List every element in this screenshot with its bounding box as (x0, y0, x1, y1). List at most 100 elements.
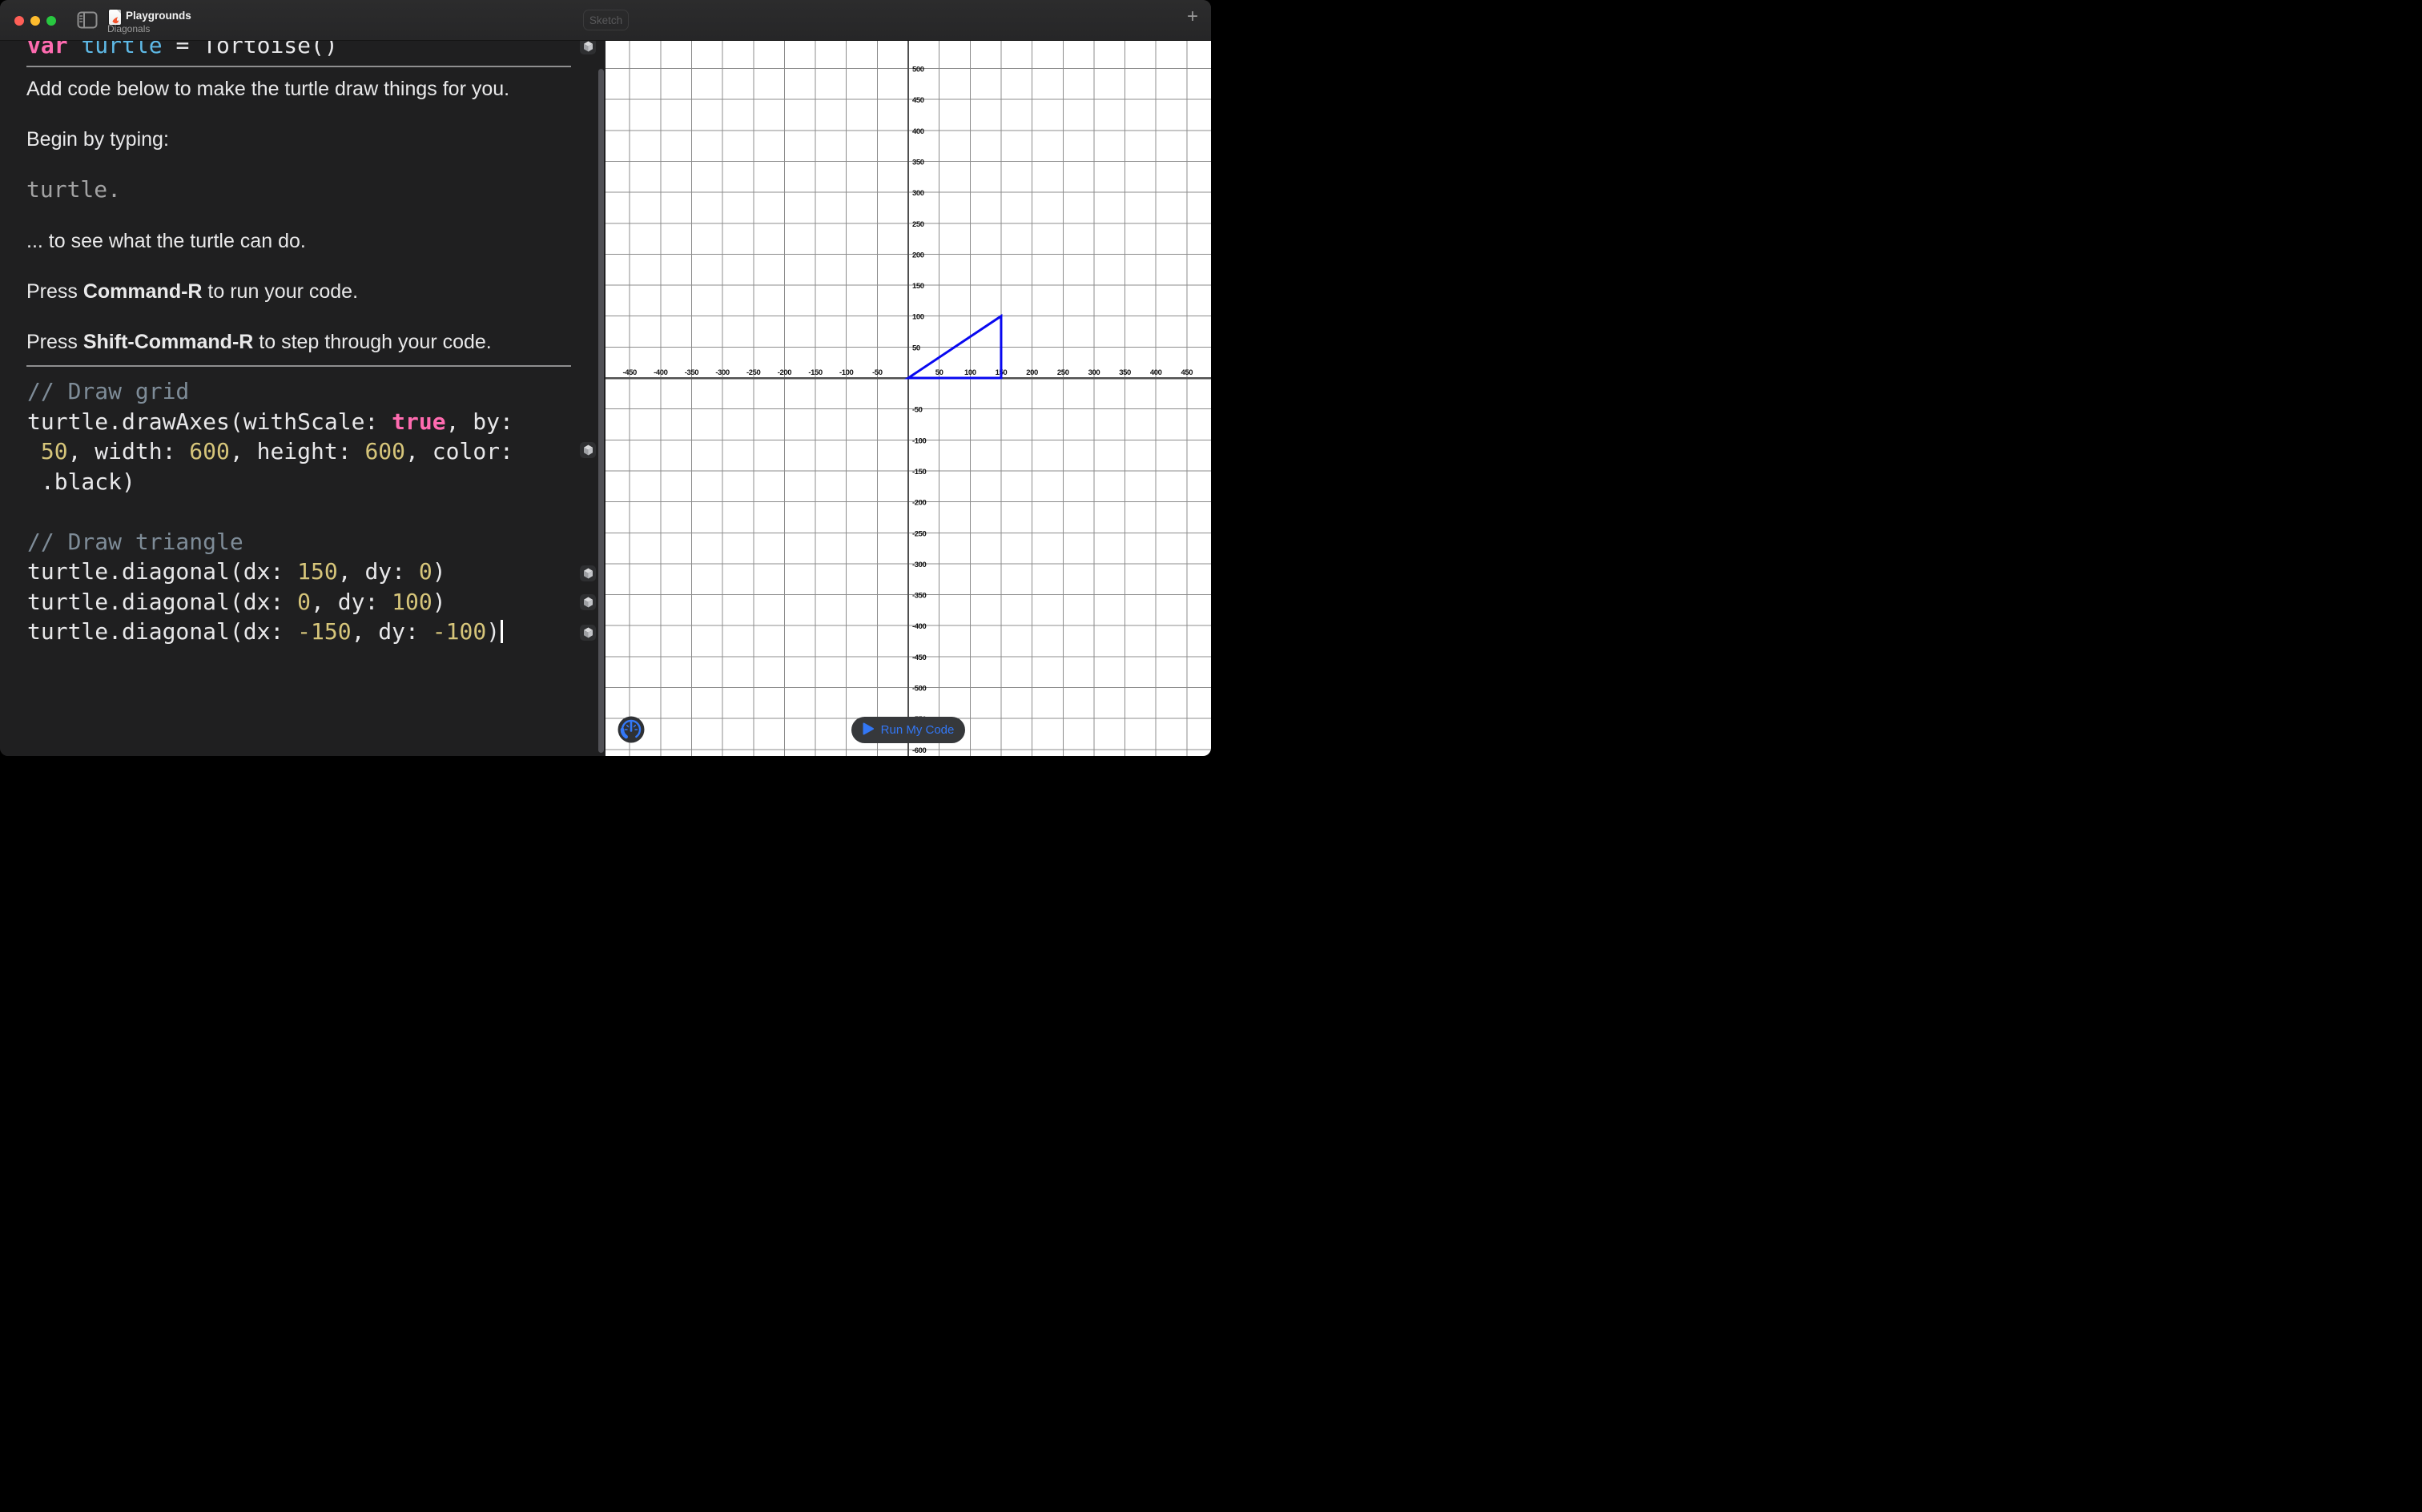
token: Begin by typing: (26, 128, 169, 151)
new-tab-button[interactable]: + (1187, 7, 1198, 26)
toggle-sidebar-button[interactable] (77, 11, 98, 29)
code-line[interactable]: turtle.diagonal(dx: -150, dy: -100) (27, 617, 513, 647)
close-button-icon[interactable] (14, 16, 24, 26)
code-line[interactable] (27, 497, 513, 527)
run-my-code-button[interactable]: Run My Code (851, 717, 965, 743)
axis-tick-label: 350 (912, 158, 924, 167)
code-line-var-turtle[interactable]: var turtle = Tortoise() (27, 41, 338, 61)
token: -150 (297, 618, 351, 645)
code-line[interactable]: turtle.drawAxes(withScale: true, by: (27, 407, 513, 437)
token: 0 (297, 589, 311, 615)
code-line[interactable]: 50, width: 600, height: 600, color: (27, 436, 513, 467)
axis-tick-label: -350 (685, 368, 699, 377)
token: 0 (419, 558, 432, 585)
axis-tick-label: 100 (912, 313, 924, 322)
document-subtitle: Diagonals (107, 23, 150, 34)
token: to run your code. (202, 280, 358, 303)
axis-tick-label: 50 (935, 368, 943, 377)
minimize-button-icon[interactable] (30, 16, 40, 26)
token: Add code below to make the turtle draw t… (26, 78, 509, 100)
axis-tick-label: -300 (912, 561, 927, 569)
code-editor-panel[interactable]: var turtle = Tortoise() Add code below t… (0, 41, 606, 756)
axis-tick-label: 250 (1057, 368, 1069, 377)
code-line[interactable]: turtle.diagonal(dx: 0, dy: 100) (27, 587, 513, 617)
cube-icon (583, 444, 593, 456)
token: 150 (297, 558, 338, 585)
coordinate-grid-plot: -450 -400 -350 -300 -250 -200 -150 -100 -50 50 100… (606, 41, 1211, 756)
token (68, 41, 82, 58)
instruction-paragraph: ... to see what the turtle can do. (26, 228, 579, 254)
axis-tick-label: 500 (912, 66, 924, 74)
axis-tick-label: -50 (912, 406, 923, 415)
axis-tick-label: -100 (839, 368, 854, 377)
axis-tick-label: 150 (912, 282, 924, 291)
axis-tick-label: -100 (912, 436, 927, 445)
axis-tick-label: 300 (912, 189, 924, 198)
cube-icon (583, 627, 593, 638)
axis-tick-label: -400 (654, 368, 668, 377)
instructions-text: Add code below to make the turtle draw t… (26, 76, 579, 380)
token: , dy: (311, 589, 392, 615)
editor-scrollbar[interactable] (598, 69, 604, 753)
axis-tick-label: 350 (1119, 368, 1131, 377)
token: turtle. (26, 176, 121, 203)
code-line[interactable]: // Draw grid (27, 376, 513, 407)
axis-tick-label: -600 (912, 746, 927, 755)
token: -100 (432, 618, 486, 645)
token: var (27, 41, 68, 58)
axis-tick-label: -300 (715, 368, 730, 377)
code-line[interactable]: turtle.diagonal(dx: 150, dy: 0) (27, 557, 513, 587)
playgrounds-window: Playgrounds Diagonals Sketch + var turtl… (0, 0, 1211, 756)
result-cube-button[interactable] (580, 594, 596, 610)
token: , by: (446, 408, 513, 435)
axis-tick-label: 450 (1181, 368, 1193, 377)
zoom-button-icon[interactable] (46, 16, 56, 26)
sketch-canvas-panel: -450 -400 -350 -300 -250 -200 -150 -100 -50 50 100… (606, 41, 1211, 756)
axis-tick-label: 450 (912, 96, 924, 105)
token: ... to see what the turtle can do. (26, 230, 306, 252)
token: , color: (405, 438, 513, 464)
result-cube-button[interactable] (580, 565, 596, 581)
token: turtle (81, 41, 162, 58)
token: ) (432, 589, 446, 615)
token: ) (432, 558, 446, 585)
result-cube-button[interactable] (580, 442, 596, 458)
axis-tick-label: 400 (1150, 368, 1162, 377)
axis-tick-label: 50 (912, 344, 920, 352)
tab-sketch[interactable]: Sketch (583, 10, 629, 30)
cube-icon (583, 597, 593, 608)
axis-tick-label: 200 (912, 251, 924, 259)
tab-sketch-label: Sketch (589, 14, 622, 26)
instruction-paragraph: Press Command-R to run your code. (26, 279, 579, 304)
code-line[interactable]: .black) (27, 467, 513, 497)
divider (26, 66, 571, 67)
speed-control-button[interactable] (618, 716, 645, 743)
axis-tick-label: 550 (912, 41, 924, 43)
token: turtle.diagonal(dx: (27, 618, 297, 645)
axis-tick-label: -350 (912, 592, 927, 601)
token: 600 (189, 438, 230, 464)
speedometer-icon (618, 734, 645, 746)
app-title: Playgrounds (126, 10, 191, 22)
cube-icon (583, 568, 593, 579)
code-block[interactable]: // Draw gridturtle.drawAxes(withScale: t… (27, 376, 513, 647)
axis-tick-label: 100 (964, 368, 976, 377)
token: true (392, 408, 445, 435)
result-cube-button[interactable] (580, 41, 596, 54)
axis-tick-label: -150 (808, 368, 823, 377)
axis-tick-label: 400 (912, 127, 924, 136)
axis-tick-label: -250 (912, 529, 927, 538)
token: Press (26, 280, 83, 303)
result-cube-button[interactable] (580, 625, 596, 641)
play-icon (863, 722, 874, 738)
token: turtle.diagonal(dx: (27, 589, 297, 615)
token: // Draw triangle (27, 529, 243, 555)
axis-tick-label: -450 (622, 368, 637, 377)
instruction-paragraph: Press Shift-Command-R to step through yo… (26, 329, 579, 355)
token: , height: (230, 438, 365, 464)
axis-tick-label: 300 (1088, 368, 1100, 377)
instruction-paragraph: turtle. (26, 177, 579, 203)
traffic-lights (14, 16, 56, 26)
axis-tick-label: -200 (912, 499, 927, 508)
code-line[interactable]: // Draw triangle (27, 527, 513, 557)
